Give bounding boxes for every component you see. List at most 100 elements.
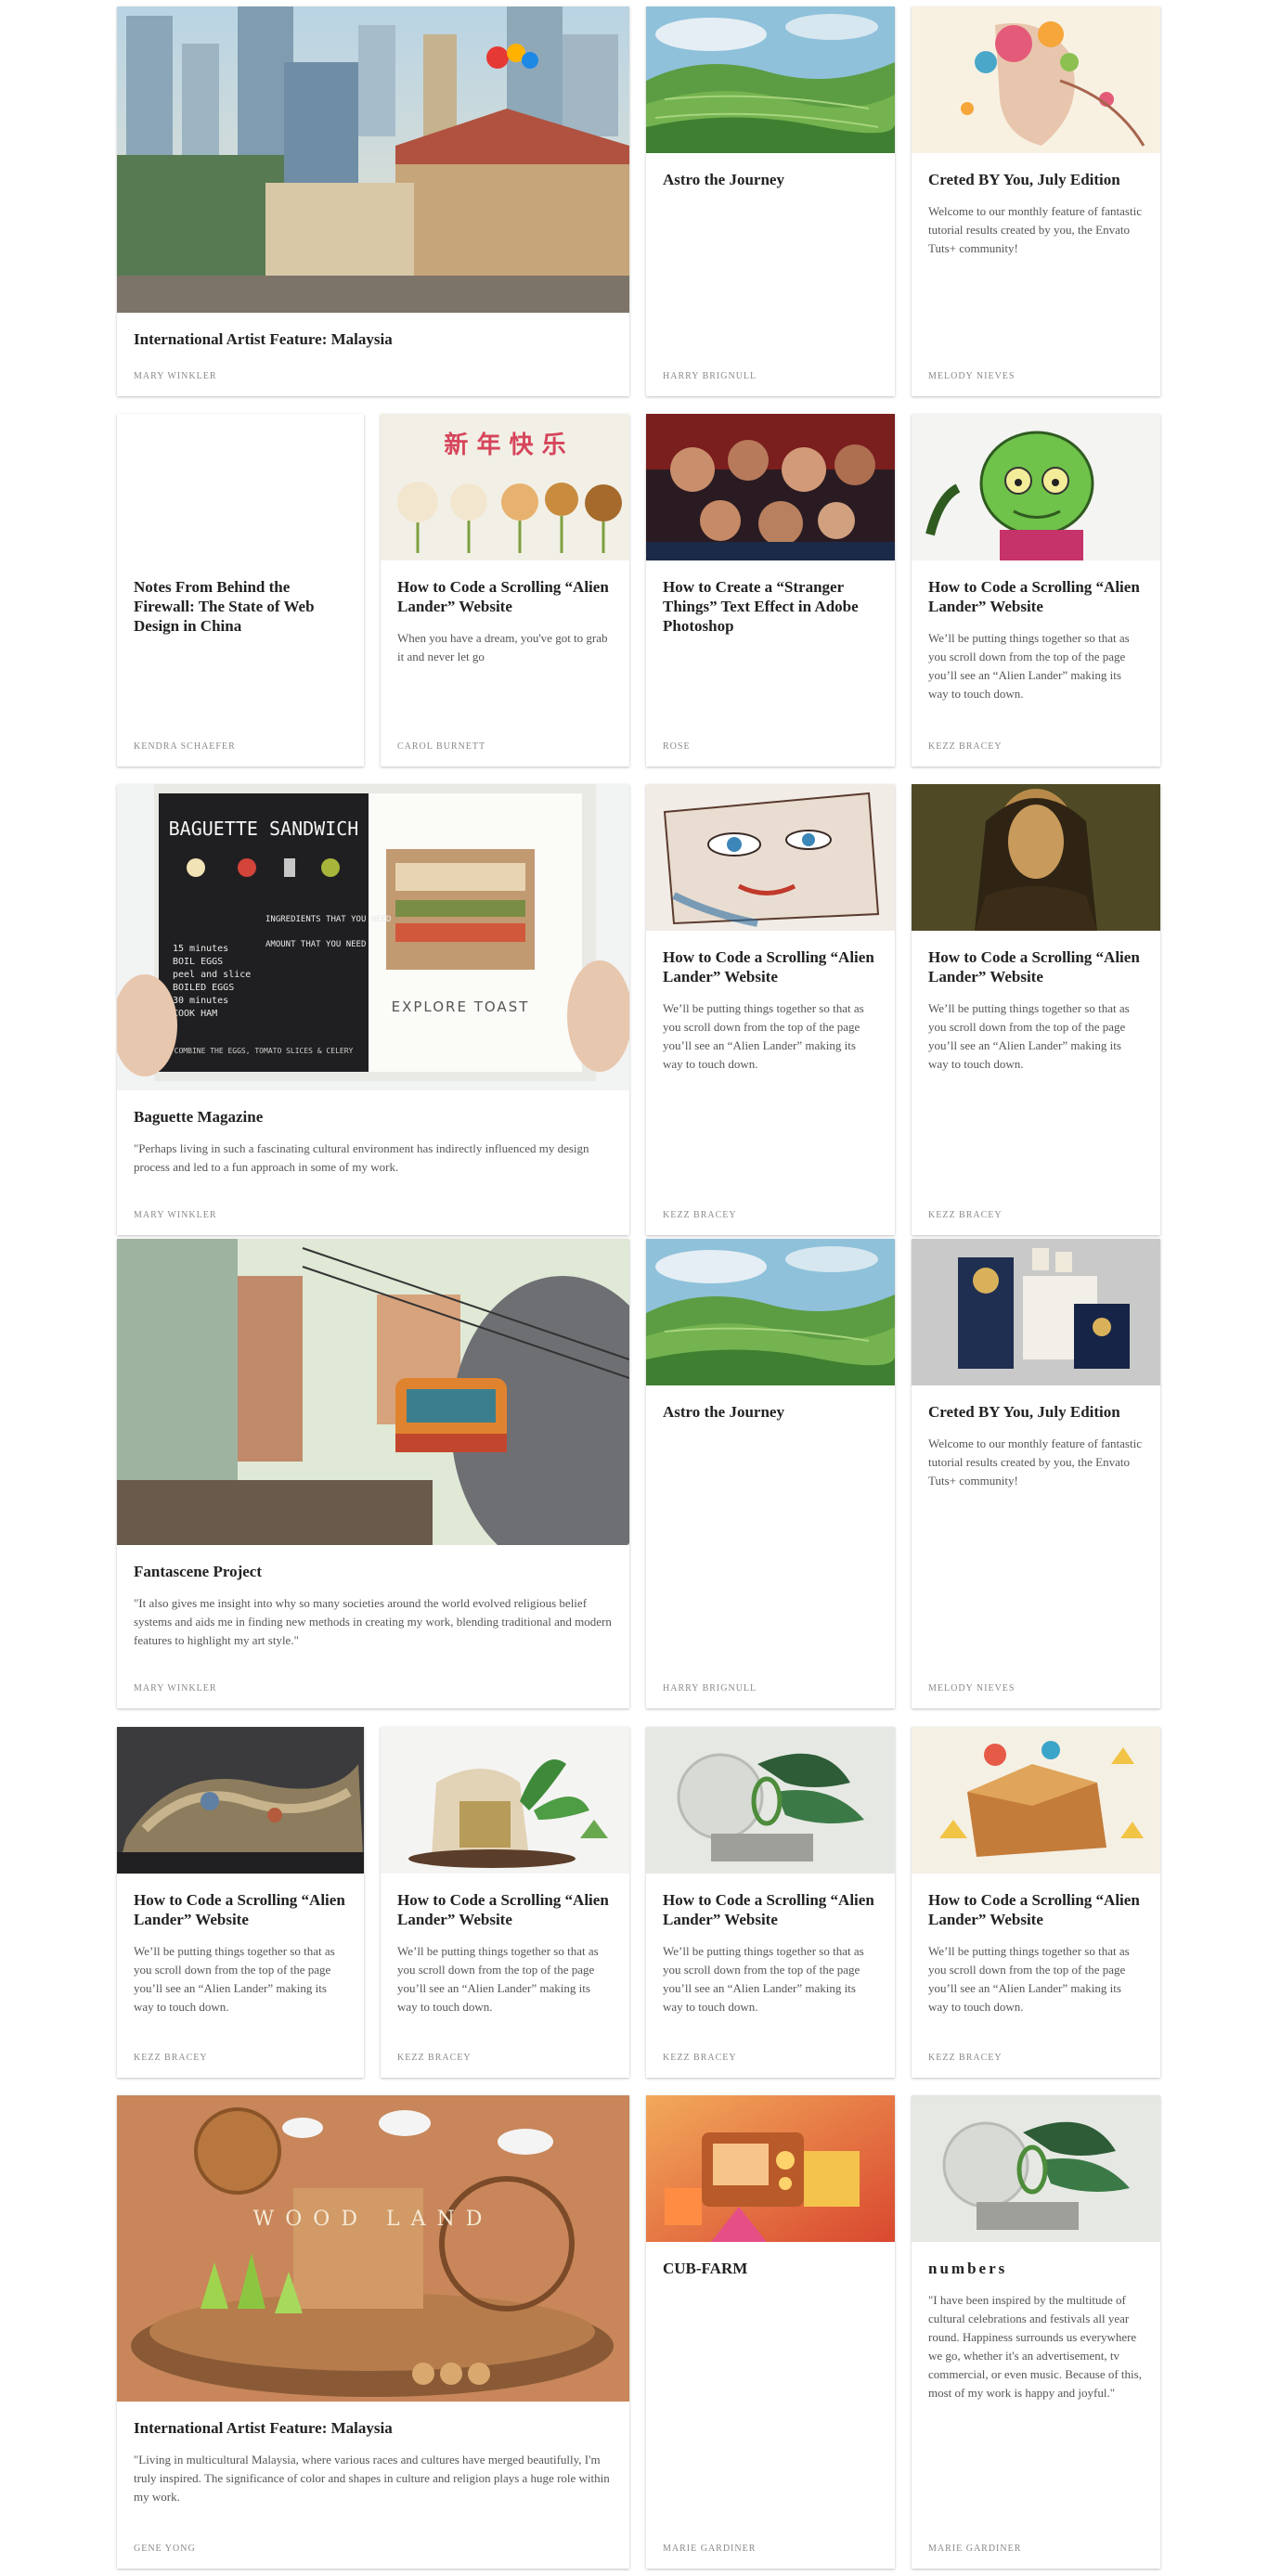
article-title[interactable]: Astro the Journey (663, 170, 878, 189)
magazine-step-text: 30 minutes (173, 996, 228, 1006)
article-thumbnail[interactable] (646, 414, 895, 560)
article-thumbnail[interactable] (646, 6, 895, 153)
diorama-title: WOOD LAND (253, 2208, 494, 2231)
article-card[interactable]: WOOD LAND International Artist Feature: … (117, 2095, 629, 2569)
article-author[interactable]: KENDRA SCHAEFER (134, 741, 236, 752)
article-author[interactable]: HARRY BRIGNULL (663, 1683, 757, 1694)
magazine-ingredients-label: INGREDIENTS THAT YOU NEED (265, 915, 391, 924)
article-thumbnail[interactable] (912, 1239, 1160, 1385)
article-title[interactable]: International Artist Feature: Malaysia (134, 329, 613, 349)
article-body: CUB-FARM (646, 2259, 895, 2291)
article-card[interactable]: CUB-FARM MARIE GARDINER (646, 2095, 895, 2569)
article-author[interactable]: MELODY NIEVES (928, 371, 1015, 381)
article-author[interactable]: ROSE (663, 741, 691, 752)
article-card[interactable]: Creted BY You, July Edition Welcome to o… (912, 6, 1160, 396)
article-author[interactable]: CAROL BURNETT (397, 741, 485, 752)
article-author[interactable]: MARY WINKLER (134, 1210, 217, 1220)
article-excerpt: Welcome to our monthly feature of fantas… (928, 1436, 1142, 1488)
article-author[interactable]: GENE YONG (134, 2544, 196, 2554)
article-title[interactable]: How to Code a Scrolling “Alien Lander” W… (663, 947, 878, 986)
article-title[interactable]: How to Code a Scrolling “Alien Lander” W… (397, 577, 613, 616)
article-title[interactable]: How to Code a Scrolling “Alien Lander” W… (134, 1890, 347, 1929)
article-card[interactable]: How to Code a Scrolling “Alien Lander” W… (912, 784, 1160, 1235)
article-body: International Artist Feature: Malaysia "… (117, 2418, 629, 2506)
article-thumbnail[interactable] (646, 2095, 895, 2242)
article-title[interactable]: How to Create a “Stranger Things” Text E… (663, 577, 878, 636)
article-thumbnail[interactable] (117, 6, 629, 313)
article-title[interactable]: Notes From Behind the Firewall: The Stat… (134, 577, 347, 636)
article-thumbnail[interactable] (646, 784, 895, 931)
article-author[interactable]: KEZZ BRACEY (663, 1210, 737, 1220)
article-title[interactable]: CUB-FARM (663, 2259, 878, 2278)
article-thumbnail[interactable]: EXPLORE TOAST BAGUETTE SANDWICH 15 minut… (117, 784, 629, 1090)
article-author[interactable]: HARRY BRIGNULL (663, 371, 757, 381)
article-author[interactable]: MARIE GARDINER (928, 2544, 1021, 2554)
article-body: How to Code a Scrolling “Alien Lander” W… (912, 1890, 1160, 2016)
article-card[interactable]: How to Code a Scrolling “Alien Lander” W… (646, 784, 895, 1235)
article-author[interactable]: MARIE GARDINER (663, 2544, 756, 2554)
article-card[interactable]: EXPLORE TOAST BAGUETTE SANDWICH 15 minut… (117, 784, 629, 1235)
article-title[interactable]: Astro the Journey (663, 1402, 878, 1422)
article-title[interactable]: International Artist Feature: Malaysia (134, 2418, 613, 2438)
article-card[interactable]: How to Code a Scrolling “Alien Lander” W… (912, 1727, 1160, 2078)
article-thumbnail[interactable] (646, 1239, 895, 1385)
article-excerpt: We’ll be putting things together so that… (134, 1944, 335, 2014)
article-thumbnail[interactable]: WOOD LAND (117, 2095, 629, 2402)
article-card[interactable]: International Artist Feature: Malaysia M… (117, 6, 629, 396)
article-thumbnail[interactable] (912, 2095, 1160, 2242)
article-author[interactable]: KEZZ BRACEY (928, 2053, 1003, 2063)
article-card[interactable]: How to Code a Scrolling “Alien Lander” W… (912, 414, 1160, 766)
article-title[interactable]: How to Code a Scrolling “Alien Lander” W… (397, 1890, 613, 1929)
article-title[interactable]: Fantascene Project (134, 1562, 613, 1581)
magazine-headline: BAGUETTE SANDWICH (169, 818, 359, 840)
article-author[interactable]: KEZZ BRACEY (397, 2053, 472, 2063)
article-author[interactable]: KEZZ BRACEY (928, 1210, 1003, 1220)
article-card[interactable]: Notes From Behind the Firewall: The Stat… (117, 414, 364, 766)
article-title[interactable]: How to Code a Scrolling “Alien Lander” W… (928, 577, 1144, 616)
article-author[interactable]: MELODY NIEVES (928, 1683, 1015, 1694)
article-thumbnail[interactable] (646, 1727, 895, 1874)
article-thumbnail[interactable] (117, 1239, 629, 1545)
article-title[interactable]: Creted BY You, July Edition (928, 170, 1144, 189)
article-title[interactable]: How to Code a Scrolling “Alien Lander” W… (928, 947, 1144, 986)
article-body: How to Code a Scrolling “Alien Lander” W… (912, 577, 1160, 703)
article-body: How to Code a Scrolling “Alien Lander” W… (381, 1890, 629, 2016)
article-body: Astro the Journey (646, 170, 895, 202)
magazine-step-text: BOIL EGGS (173, 957, 223, 967)
article-thumbnail[interactable] (912, 784, 1160, 931)
article-thumbnail[interactable] (117, 1727, 364, 1874)
article-title[interactable]: How to Code a Scrolling “Alien Lander” W… (928, 1890, 1144, 1929)
article-card[interactable]: How to Create a “Stranger Things” Text E… (646, 414, 895, 766)
article-title[interactable]: Creted BY You, July Edition (928, 1402, 1144, 1422)
article-excerpt: We’ll be putting things together so that… (663, 1944, 864, 2014)
article-card[interactable]: How to Code a Scrolling “Alien Lander” W… (117, 1727, 364, 2078)
article-author[interactable]: KEZZ BRACEY (134, 2053, 208, 2063)
article-card[interactable]: How to Code a Scrolling “Alien Lander” W… (646, 1727, 895, 2078)
article-author[interactable]: KEZZ BRACEY (663, 2053, 737, 2063)
article-title[interactable]: How to Code a Scrolling “Alien Lander” W… (663, 1890, 878, 1929)
article-author[interactable]: MARY WINKLER (134, 1683, 217, 1694)
article-title[interactable]: numbers (928, 2259, 1144, 2278)
article-card[interactable]: Fantascene Project "It also gives me ins… (117, 1239, 629, 1708)
article-card[interactable]: How to Code a Scrolling “Alien Lander” W… (381, 1727, 629, 2078)
article-excerpt: "Perhaps living in such a fascinating cu… (134, 1141, 589, 1174)
article-thumbnail[interactable] (912, 414, 1160, 560)
article-body: International Artist Feature: Malaysia (117, 329, 629, 362)
magazine-step-text: COOK HAM (173, 1009, 217, 1019)
article-body: Creted BY You, July Edition Welcome to o… (912, 170, 1160, 258)
article-excerpt: "I have been inspired by the multitude o… (928, 2293, 1142, 2400)
article-card[interactable]: Creted BY You, July Edition Welcome to o… (912, 1239, 1160, 1708)
article-title[interactable]: Baguette Magazine (134, 1107, 613, 1127)
article-card[interactable]: Astro the Journey HARRY BRIGNULL (646, 6, 895, 396)
article-card[interactable]: 新 年 快 乐 How to Code a Scrolling “Alien L… (381, 414, 629, 766)
article-thumbnail[interactable] (912, 1727, 1160, 1874)
article-body: Baguette Magazine "Perhaps living in suc… (117, 1107, 629, 1177)
article-thumbnail[interactable]: 新 年 快 乐 (381, 414, 629, 560)
article-body: Creted BY You, July Edition Welcome to o… (912, 1402, 1160, 1490)
article-thumbnail[interactable] (381, 1727, 629, 1874)
article-thumbnail[interactable] (912, 6, 1160, 153)
article-author[interactable]: MARY WINKLER (134, 371, 217, 381)
article-author[interactable]: KEZZ BRACEY (928, 741, 1003, 752)
article-card[interactable]: Astro the Journey HARRY BRIGNULL (646, 1239, 895, 1708)
article-card[interactable]: numbers "I have been inspired by the mul… (912, 2095, 1160, 2569)
